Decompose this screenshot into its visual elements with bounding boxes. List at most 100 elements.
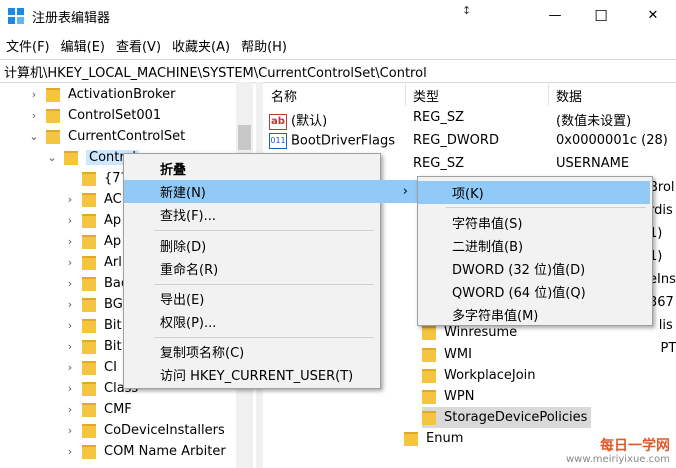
expand-chevron-icon[interactable]: › (64, 319, 76, 332)
column-header-name[interactable]: 名称 (271, 86, 297, 105)
menu-separator (446, 207, 646, 208)
tree-item-label: Ap (104, 213, 122, 228)
tree-item-label: Bit (104, 339, 122, 354)
folder-icon (82, 213, 96, 228)
expand-chevron-icon[interactable]: › (64, 214, 76, 227)
submenu-item-key[interactable]: 项(K) (418, 181, 650, 204)
column-divider[interactable] (548, 82, 549, 106)
expand-chevron-icon[interactable]: › (64, 445, 76, 458)
tree-item[interactable]: ⌄ CurrentControlSet (28, 126, 185, 147)
context-menu: 折叠 新建(N) › 查找(F)... 删除(D) 重命名(R) 导出(E) 权… (123, 153, 420, 389)
collapse-chevron-icon[interactable]: ⌄ (46, 151, 58, 164)
watermark-url: www.meiriyixue.com (566, 454, 670, 465)
submenu-item-multi-string[interactable]: 多字符串值(M) (418, 303, 538, 326)
expand-chevron-icon[interactable]: › (28, 88, 40, 101)
submenu-item-qword[interactable]: QWORD (64 位)值(Q) (418, 280, 586, 303)
folder-icon (422, 368, 436, 383)
submenu-item-dword[interactable]: DWORD (32 位)值(D) (418, 257, 585, 280)
folder-icon (422, 325, 436, 340)
address-path[interactable]: 计算机\HKEY_LOCAL_MACHINE\SYSTEM\CurrentCon… (4, 62, 427, 81)
expand-chevron-icon[interactable]: › (64, 193, 76, 206)
tree-item[interactable]: {7? (64, 168, 127, 189)
tree-item[interactable]: Enum (404, 428, 463, 449)
tree-item-label: COM Name Arbiter (104, 444, 226, 459)
submenu-arrow-icon: › (402, 184, 408, 199)
expand-chevron-icon[interactable]: › (64, 382, 76, 395)
menu-item-delete[interactable]: 删除(D) (124, 234, 206, 257)
tree-item-selected[interactable]: StorageDevicePolicies (422, 407, 592, 428)
address-bar[interactable]: 计算机\HKEY_LOCAL_MACHINE\SYSTEM\CurrentCon… (0, 59, 676, 83)
expand-chevron-icon[interactable]: › (64, 424, 76, 437)
tree-item[interactable]: › Ap (64, 231, 121, 252)
tree-item[interactable]: WMI (422, 344, 472, 365)
menu-edit[interactable]: 编辑(E) (55, 34, 110, 56)
tree-item[interactable]: › CI (64, 357, 117, 378)
minimize-button[interactable]: — (532, 0, 578, 31)
menu-item-collapse[interactable]: 折叠 (124, 157, 380, 180)
tree-item[interactable]: › AC (64, 189, 122, 210)
menu-item-export[interactable]: 导出(E) (124, 287, 204, 310)
column-header-data[interactable]: 数据 (556, 86, 582, 105)
menu-favorites[interactable]: 收藏夹(A) (166, 34, 235, 56)
value-name: (默认) (291, 114, 328, 129)
tree-item-label: BG (104, 297, 123, 312)
tree-item[interactable]: › CoDeviceInstallers (64, 420, 225, 441)
tree-item[interactable]: › Bit (64, 315, 122, 336)
value-type: REG_SZ (413, 110, 464, 125)
value-row[interactable]: ab (默认) (269, 110, 327, 132)
close-button[interactable]: ✕ (630, 0, 676, 31)
tree-item-label: CI (104, 360, 117, 375)
folder-icon (82, 318, 96, 333)
folder-icon (82, 360, 96, 375)
new-submenu: 项(K) 字符串值(S) 二进制值(B) DWORD (32 位)值(D) QW… (417, 176, 653, 326)
tree-item[interactable]: WPN (422, 386, 474, 407)
resize-arrows-icon: ↕ (462, 4, 472, 17)
expand-chevron-icon[interactable]: › (64, 256, 76, 269)
tree-item[interactable]: › Bac (64, 273, 128, 294)
value-data: (数值未设置) (556, 114, 632, 129)
tree-item[interactable]: › ControlSet001 (28, 105, 161, 126)
folder-icon (82, 423, 96, 438)
folder-icon (46, 87, 60, 102)
submenu-item-string[interactable]: 字符串值(S) (418, 211, 522, 234)
menu-view[interactable]: 查看(V) (110, 34, 166, 56)
maximize-button[interactable]: ☐ (578, 0, 624, 31)
folder-icon (422, 389, 436, 404)
menu-item-new[interactable]: 新建(N) › (124, 180, 420, 203)
expand-chevron-icon[interactable]: › (64, 235, 76, 248)
tree-item[interactable]: › COM Name Arbiter (64, 441, 226, 462)
tree-item[interactable]: › Arl (64, 252, 122, 273)
menu-item-permissions[interactable]: 权限(P)... (124, 310, 216, 333)
column-header-type[interactable]: 类型 (413, 86, 439, 105)
collapse-chevron-icon[interactable]: ⌄ (28, 130, 40, 143)
menu-item-copy-key-name[interactable]: 复制项名称(C) (124, 340, 244, 363)
tree-item-label: WPN (444, 389, 475, 404)
menu-item-rename[interactable]: 重命名(R) (124, 257, 218, 280)
tree-item[interactable]: › BG (64, 294, 123, 315)
expand-chevron-icon[interactable]: › (64, 403, 76, 416)
menu-file[interactable]: 文件(F) (0, 34, 55, 56)
expand-chevron-icon[interactable]: › (64, 298, 76, 311)
expand-chevron-icon[interactable]: › (64, 361, 76, 374)
tree-item[interactable]: › ActivationBroker (28, 84, 176, 105)
expand-chevron-icon[interactable]: › (64, 277, 76, 290)
tree-item[interactable]: › CMF (64, 399, 132, 420)
tree-item[interactable]: › Bit (64, 336, 122, 357)
folder-icon (46, 129, 60, 144)
string-value-icon: ab (269, 113, 287, 130)
folder-icon (82, 234, 96, 249)
tree-scrollbar-thumb[interactable] (238, 125, 251, 150)
tree-item[interactable]: › Ap (64, 210, 121, 231)
folder-icon (82, 381, 96, 396)
submenu-item-binary[interactable]: 二进制值(B) (418, 234, 523, 257)
expand-chevron-icon[interactable]: › (28, 109, 40, 122)
tree-item[interactable]: WorkplaceJoin (422, 365, 536, 386)
column-divider[interactable] (405, 82, 406, 106)
folder-icon (422, 347, 436, 362)
folder-icon (82, 444, 96, 459)
menu-item-goto-hkcu[interactable]: 访问 HKEY_CURRENT_USER(T) (124, 363, 353, 386)
menu-help[interactable]: 帮助(H) (235, 34, 292, 56)
menu-item-find[interactable]: 查找(F)... (124, 203, 216, 226)
expand-chevron-icon[interactable]: › (64, 340, 76, 353)
value-row[interactable]: 011 BootDriverFlags (269, 133, 395, 155)
